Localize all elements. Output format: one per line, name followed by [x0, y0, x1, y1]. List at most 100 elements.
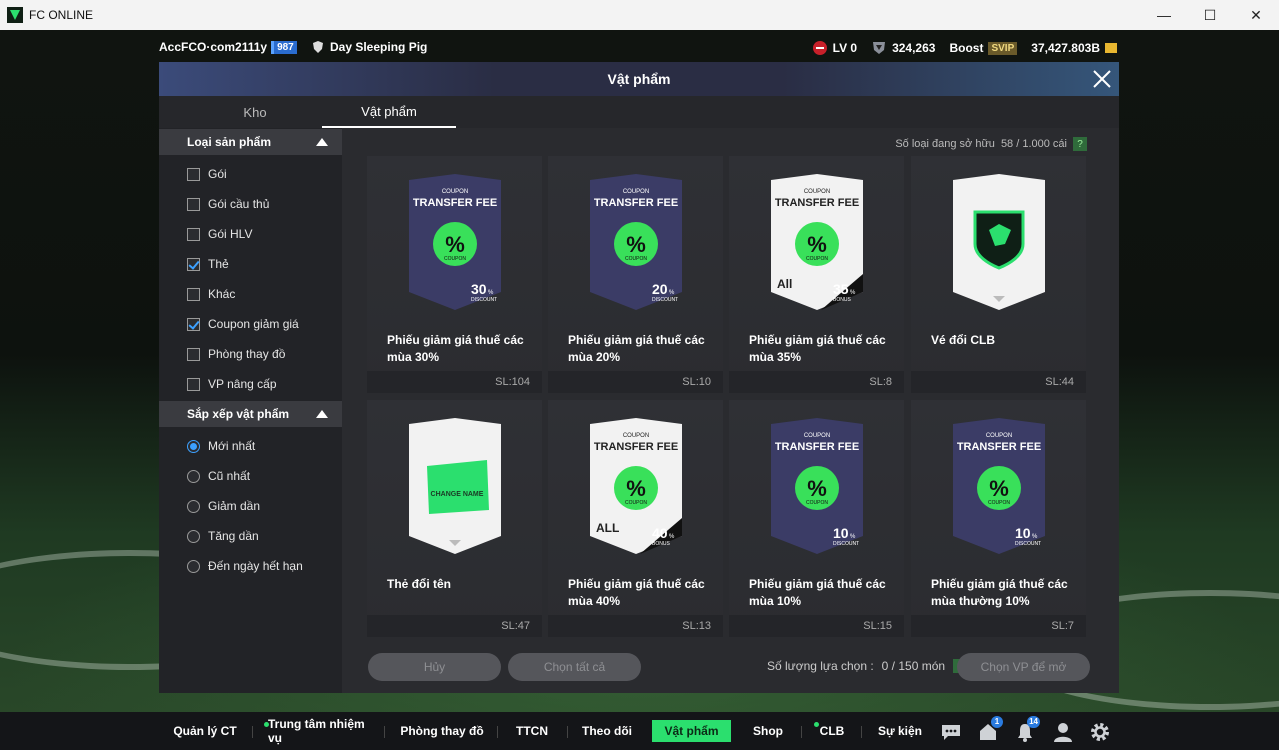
checkbox[interactable]: [187, 347, 200, 361]
item-card[interactable]: COUPON TRANSFER FEE% COUPON All 35% BONUS Phiế…: [729, 156, 904, 393]
filter-label: Khác: [208, 287, 236, 301]
filter-option-player-pack[interactable]: Gói cầu thủ: [187, 195, 269, 213]
close-window-button[interactable]: ✕: [1233, 0, 1279, 30]
tab-storage[interactable]: Kho: [188, 96, 322, 128]
team-info[interactable]: Day Sleeping Pig: [311, 40, 427, 54]
bp-coin-icon: [1105, 43, 1117, 53]
filter-option-upgrade-item[interactable]: VP nâng cấp: [187, 375, 277, 393]
close-modal-button[interactable]: [1085, 62, 1119, 96]
filter-option-card[interactable]: Thẻ: [187, 255, 229, 273]
checkbox[interactable]: [187, 197, 200, 211]
coupon-title: TRANSFER FEE: [594, 441, 678, 453]
sort-option-oldest[interactable]: Cũ nhất: [187, 467, 250, 485]
modal-tabs: Kho Vật phẩm: [159, 96, 1119, 128]
gear-icon[interactable]: [1089, 721, 1111, 743]
coupon-label: COUPON: [625, 256, 647, 262]
item-name: Phiếu giảm giá thuế các mùa 40%: [568, 577, 705, 608]
boost-stat[interactable]: Boost SVIP: [949, 41, 1018, 55]
nav-locker-room[interactable]: Phòng thay đồ: [400, 720, 484, 742]
radio-selected[interactable]: [187, 439, 200, 453]
coupon-percent-small: %: [669, 290, 675, 296]
item-card[interactable]: COUPON TRANSFER FEE% COUPON 10% DISCOUNT Phiế…: [729, 400, 904, 637]
change-name-label: CHANGE NAME: [431, 491, 484, 498]
item-quantity: SL:13: [548, 615, 723, 637]
nav-items[interactable]: Vật phẩm: [652, 720, 731, 742]
filter-option-other[interactable]: Khác: [187, 285, 235, 303]
select-all-button[interactable]: Chọn tất cả: [508, 653, 641, 681]
coupon-sub: BONUS: [833, 297, 851, 303]
checkbox[interactable]: [187, 377, 200, 391]
nav-club[interactable]: CLB: [814, 720, 846, 742]
coupon-title: TRANSFER FEE: [413, 197, 497, 209]
sort-option-descending[interactable]: Giảm dần: [187, 497, 260, 515]
open-items-button[interactable]: Chọn VP để mở: [957, 653, 1090, 681]
sort-option-expiry[interactable]: Đến ngày hết hạn: [187, 557, 303, 575]
nav-label: Trung tâm nhiệm vụ: [268, 717, 365, 745]
item-card-art: [953, 174, 1045, 310]
checkbox-checked[interactable]: [187, 317, 200, 331]
nav-events[interactable]: Sự kiện: [876, 720, 924, 742]
item-card-art: COUPON TRANSFER FEE% COUPON ALL 40% BONUS: [590, 418, 682, 554]
item-card[interactable]: COUPON TRANSFER FEE% COUPON 10% DISCOUNT Phiế…: [911, 400, 1086, 637]
level-stat[interactable]: LV 0: [812, 40, 857, 56]
radio[interactable]: [187, 469, 200, 483]
nav-mission-center[interactable]: Trung tâm nhiệm vụ: [264, 717, 372, 745]
checkbox[interactable]: [187, 227, 200, 241]
filter-label: Phòng thay đồ: [208, 347, 286, 361]
coupon-percent-small: %: [850, 534, 856, 540]
item-card[interactable]: COUPON TRANSFER FEE% COUPON ALL 40% BONUS Phiế…: [548, 400, 723, 637]
coupon-percent-small: %: [669, 534, 675, 540]
selection-value: 0 / 150 món: [881, 659, 946, 673]
item-name: Phiếu giảm giá thuế các mùa 10%: [749, 577, 886, 608]
product-type-title: Loại sản phẩm: [187, 135, 272, 149]
user-profile-icon[interactable]: [1052, 721, 1074, 743]
modal-header: Vật phẩm: [159, 62, 1119, 96]
radio[interactable]: [187, 499, 200, 513]
coupon-label: COUPON: [806, 500, 828, 506]
account-name: AccFCO·com2111y: [159, 40, 268, 54]
owned-counter: Số loại đang sở hữu 58 / 1.000 cái ?: [895, 137, 1087, 151]
nav-manage-players[interactable]: Quản lý CT: [170, 720, 240, 742]
cancel-button[interactable]: Hủy: [368, 653, 501, 681]
item-card[interactable]: COUPON TRANSFER FEE% COUPON 20% DISCOUNT Phiế…: [548, 156, 723, 393]
nav-follow[interactable]: Theo dõi: [582, 720, 632, 742]
filter-option-locker-room[interactable]: Phòng thay đồ: [187, 345, 285, 363]
coupon-sub: DISCOUNT: [471, 297, 497, 303]
item-name: Vé đổi CLB: [931, 333, 996, 347]
sort-option-ascending[interactable]: Tăng dần: [187, 527, 259, 545]
coupon-title: TRANSFER FEE: [594, 197, 678, 209]
filter-option-coach-pack[interactable]: Gói HLV: [187, 225, 252, 243]
checkbox[interactable]: [187, 167, 200, 181]
filter-option-coupon[interactable]: Coupon giảm giá: [187, 315, 299, 333]
home-mail-icon[interactable]: 1: [977, 716, 1003, 743]
coupon-label: COUPON: [625, 500, 647, 506]
radio[interactable]: [187, 529, 200, 543]
item-card[interactable]: COUPON TRANSFER FEE% COUPON 30% DISCOUNT Phiế…: [367, 156, 542, 393]
sort-option-newest[interactable]: Mới nhất: [187, 437, 255, 455]
points-stat[interactable]: 324,263: [871, 40, 935, 56]
help-icon[interactable]: ?: [1073, 137, 1087, 151]
nav-ttcn[interactable]: TTCN: [512, 720, 552, 742]
tab-items[interactable]: Vật phẩm: [322, 96, 456, 128]
nav-shop[interactable]: Shop: [750, 720, 786, 742]
bell-icon[interactable]: 14: [1014, 716, 1040, 743]
sort-label: Giảm dần: [208, 499, 261, 513]
nav-label: Phòng thay đồ: [400, 724, 484, 738]
minimize-button[interactable]: —: [1141, 0, 1187, 30]
item-card[interactable]: Vé đổi CLB SL:44: [911, 156, 1086, 393]
filter-option-pack[interactable]: Gói: [187, 165, 227, 183]
checkbox-checked[interactable]: [187, 257, 200, 271]
coupon-percent: 10: [1015, 525, 1031, 541]
item-card[interactable]: CHANGE NAME Thẻ đổi tên SL:47: [367, 400, 542, 637]
chat-icon[interactable]: [940, 721, 962, 743]
product-type-header[interactable]: Loại sản phẩm: [159, 129, 342, 155]
sort-header[interactable]: Sắp xếp vật phẩm: [159, 401, 342, 427]
bp-stat[interactable]: 37,427.803B: [1031, 41, 1117, 55]
radio[interactable]: [187, 559, 200, 573]
item-name: Phiếu giảm giá thuế các mùa 30%: [387, 333, 524, 364]
notification-badge: 14: [1027, 716, 1040, 728]
maximize-button[interactable]: ☐: [1187, 0, 1233, 30]
checkbox[interactable]: [187, 287, 200, 301]
nav-label: Sự kiện: [877, 724, 923, 738]
account-info[interactable]: AccFCO·com2111y 987: [159, 40, 297, 54]
